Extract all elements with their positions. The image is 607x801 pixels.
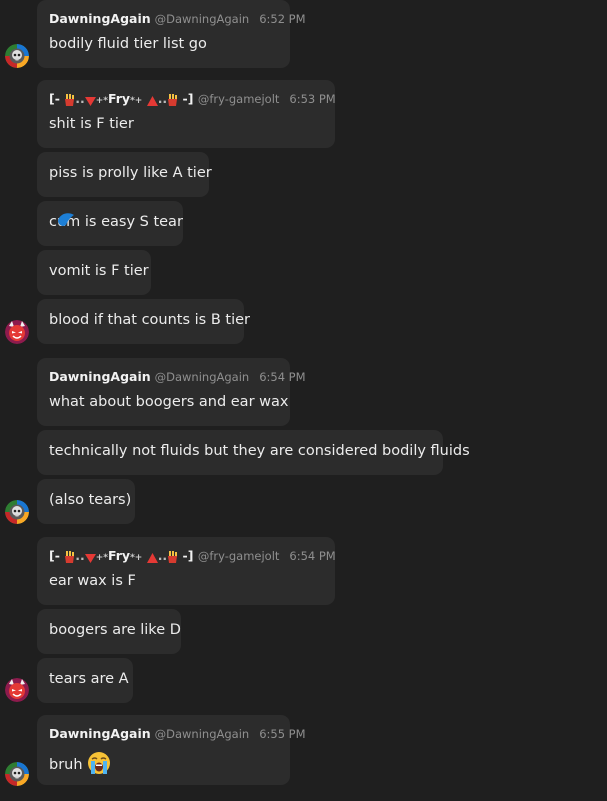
fries-icon [65,94,75,106]
user-avatar[interactable] [5,320,29,344]
message-bubble[interactable]: tears are A [37,658,133,703]
message-text: blood if that counts is B tier [49,312,251,328]
user-handle: @fry-gamejolt [197,549,280,563]
crying-face-emoji-icon [88,752,111,774]
message-bubble[interactable]: technically not fluids but they are cons… [37,430,470,475]
message-text: technically not fluids but they are cons… [49,443,470,459]
timestamp: 6:54 PM [259,370,306,384]
message-header: DawningAgain @DawningAgain 6:54 PM [49,369,306,385]
message-bubble[interactable]: vomit is F tier [37,250,151,295]
message-bubble[interactable]: blood if that counts is B tier [37,299,250,344]
message-text: shit is F tier [49,116,134,132]
fries-icon [65,551,75,563]
user-handle: @DawningAgain [154,370,250,384]
fries-icon [168,94,178,106]
timestamp: 6:52 PM [259,12,306,26]
blue-blob-icon [58,213,74,226]
username[interactable]: [- .. +*Fry*+ .. -] [49,548,198,563]
message-bubble[interactable]: [- .. +*Fry*+ .. -] @fry-gamejolt 6:54 PM… [37,537,336,605]
user-handle: @DawningAgain [154,727,250,741]
triangle-down-icon [84,97,96,106]
message-text: tears are A [49,671,129,687]
message-header: [- .. +*Fry*+ .. -] @fry-gamejolt 6:53 PM [49,92,336,108]
timestamp: 6:54 PM [289,549,336,563]
fries-icon [168,551,178,563]
triangle-up-icon [146,553,158,563]
user-handle: @DawningAgain [154,12,250,26]
username[interactable]: DawningAgain [49,11,151,26]
message-header: DawningAgain @DawningAgain 6:55 PM [49,726,306,742]
message-bubble[interactable]: DawningAgain @DawningAgain 6:54 PM what … [37,358,306,426]
message-text: bruh [49,751,111,775]
message-header: DawningAgain @DawningAgain 6:52 PM [49,11,306,27]
message-text-bruh: bruh [49,757,83,773]
user-handle: @fry-gamejolt [197,92,280,106]
message-text: what about boogers and ear wax [49,394,289,410]
message-header: [- .. +*Fry*+ .. -] @fry-gamejolt 6:54 PM [49,549,336,565]
message-text: ear wax is F [49,573,136,589]
message-text: (also tears) [49,492,132,508]
message-bubble[interactable]: cum is easy S tear [37,201,183,246]
timestamp: 6:53 PM [289,92,336,106]
message-bubble[interactable]: DawningAgain @DawningAgain 6:55 PM bruh [37,715,306,785]
message-bubble[interactable]: piss is prolly like A tier [37,152,212,197]
triangle-up-icon [146,96,158,106]
user-avatar[interactable] [5,678,29,702]
triangle-down-icon [84,554,96,563]
message-text: piss is prolly like A tier [49,165,212,181]
message-bubble[interactable]: DawningAgain @DawningAgain 6:52 PM bodil… [37,0,306,68]
username[interactable]: DawningAgain [49,726,151,741]
username[interactable]: DawningAgain [49,369,151,384]
message-text: vomit is F tier [49,263,149,279]
user-avatar[interactable] [5,762,29,786]
message-bubble[interactable]: [- .. +*Fry*+ .. -] @fry-gamejolt 6:53 PM… [37,80,336,148]
user-avatar[interactable] [5,44,29,68]
timestamp: 6:55 PM [259,727,306,741]
message-text: bodily fluid tier list go [49,36,207,52]
message-bubble[interactable]: boogers are like D [37,609,181,654]
message-bubble[interactable]: (also tears) [37,479,135,524]
message-text: boogers are like D [49,622,181,638]
username[interactable]: [- .. +*Fry*+ .. -] [49,91,198,106]
user-avatar[interactable] [5,500,29,524]
